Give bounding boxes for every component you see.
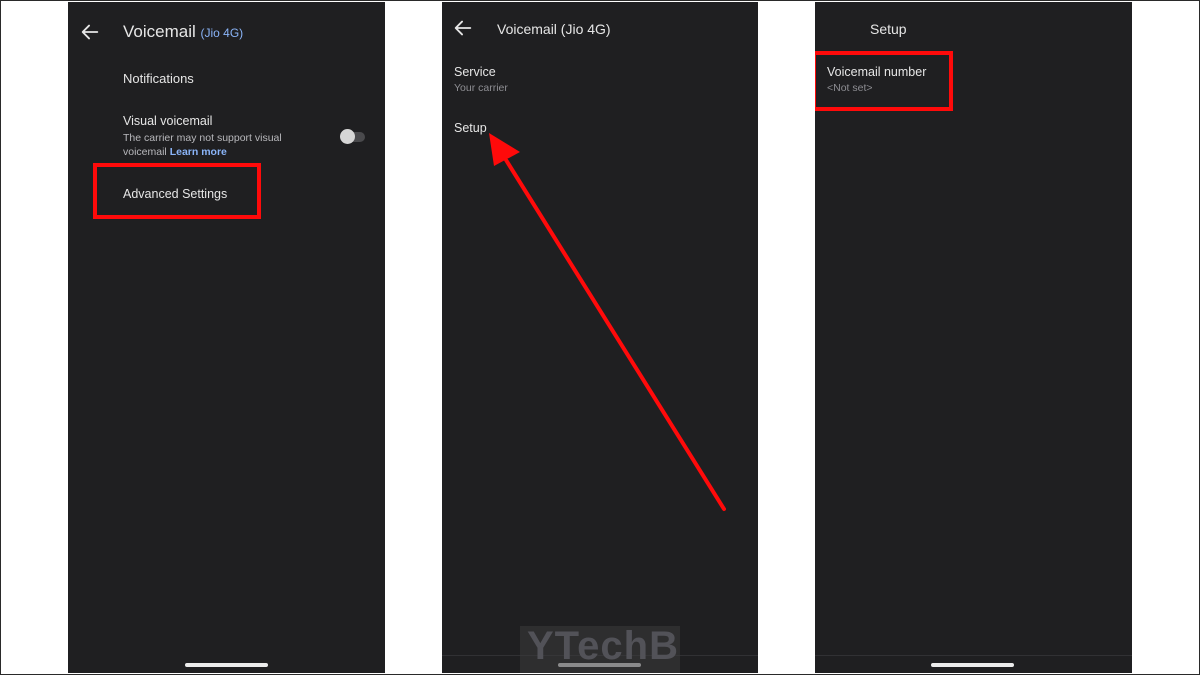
pointer-arrow xyxy=(489,133,726,511)
pointer-arrow-shaft xyxy=(504,158,726,511)
